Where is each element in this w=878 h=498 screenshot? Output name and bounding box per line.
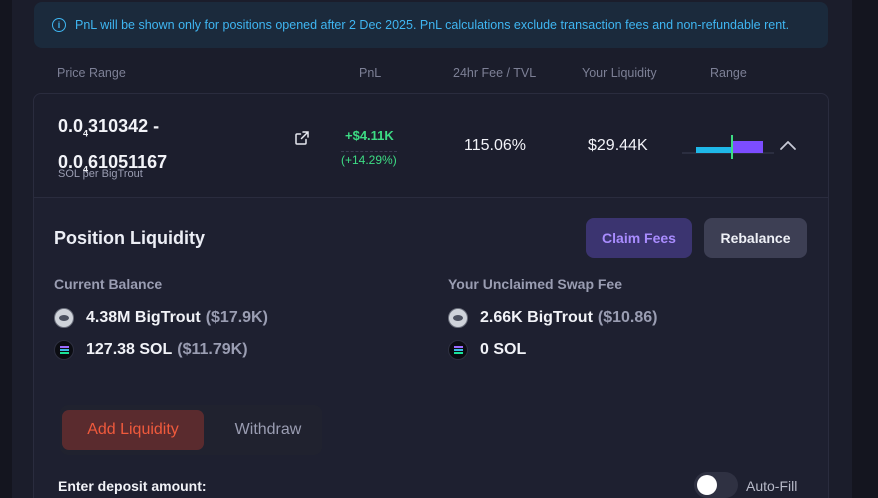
position-card: 0.04310342 - 0.0461051167 SOL per BigTro… <box>33 93 829 498</box>
balance-sol-amount: 127.38 SOL <box>86 341 173 358</box>
unclaimed-fee-label: Your Unclaimed Swap Fee <box>448 276 623 292</box>
unclaimed-bigtrout-usd: ($10.86) <box>597 309 658 326</box>
price-unit: SOL per BigTrout <box>58 168 143 180</box>
position-liquidity-title: Position Liquidity <box>54 228 205 248</box>
unclaimed-sol-amount: 0 SOL <box>480 341 527 358</box>
balance-bigtrout-amount: 4.38M BigTrout <box>86 309 201 326</box>
your-liquidity-value: $29.44K <box>588 137 648 154</box>
balance-bigtrout: 4.38M BigTrout ($17.9K) <box>54 308 268 328</box>
price-low: 0.04310342 - <box>58 116 160 139</box>
unclaimed-bigtrout: 2.66K BigTrout ($10.86) <box>448 308 658 328</box>
tab-withdraw[interactable]: Withdraw <box>218 410 318 450</box>
positions-panel: i PnL will be shown only for positions o… <box>12 0 852 498</box>
liquidity-tabs: Add Liquidity Withdraw <box>60 405 322 455</box>
pnl-value: +$4.11K <box>345 128 394 143</box>
balance-bigtrout-usd: ($17.9K) <box>205 309 268 326</box>
external-link-icon[interactable] <box>295 131 309 145</box>
toggle-knob <box>697 475 717 495</box>
right-gutter <box>852 0 878 498</box>
auto-fill-toggle[interactable] <box>694 472 738 498</box>
notice-text: PnL will be shown only for positions ope… <box>75 18 790 32</box>
balance-sol: 127.38 SOL ($11.79K) <box>54 340 248 360</box>
balance-sol-usd: ($11.79K) <box>177 341 248 358</box>
col-header-price-range: Price Range <box>57 66 126 80</box>
range-bar-active <box>733 141 763 153</box>
range-indicator <box>682 135 774 159</box>
auto-fill-label: Auto-Fill <box>746 478 798 494</box>
col-header-range: Range <box>710 66 747 80</box>
col-header-your-liquidity: Your Liquidity <box>582 66 657 80</box>
col-header-fee-tvl: 24hr Fee / TVL <box>453 66 537 80</box>
deposit-amount-label: Enter deposit amount: <box>58 478 207 494</box>
unclaimed-bigtrout-amount: 2.66K BigTrout <box>480 309 593 326</box>
range-bar-in <box>696 147 731 153</box>
current-balance-label: Current Balance <box>54 276 163 292</box>
rebalance-button[interactable]: Rebalance <box>704 218 807 258</box>
pnl-percent: (+14.29%) <box>341 151 397 167</box>
pnl-notice-banner: i PnL will be shown only for positions o… <box>34 2 828 48</box>
chevron-up-icon[interactable] <box>779 138 797 152</box>
sol-token-icon <box>54 340 74 360</box>
info-icon: i <box>52 18 66 32</box>
col-header-pnl: PnL <box>359 66 382 80</box>
unclaimed-sol: 0 SOL <box>448 340 526 360</box>
left-gutter <box>0 0 12 498</box>
sol-token-icon <box>448 340 468 360</box>
fee-tvl-value: 115.06% <box>464 137 526 154</box>
position-row[interactable]: 0.04310342 - 0.0461051167 SOL per BigTro… <box>34 94 828 198</box>
claim-fees-button[interactable]: Claim Fees <box>586 218 692 258</box>
bigtrout-token-icon <box>54 308 74 328</box>
bigtrout-token-icon <box>448 308 468 328</box>
tab-add-liquidity[interactable]: Add Liquidity <box>62 410 204 450</box>
